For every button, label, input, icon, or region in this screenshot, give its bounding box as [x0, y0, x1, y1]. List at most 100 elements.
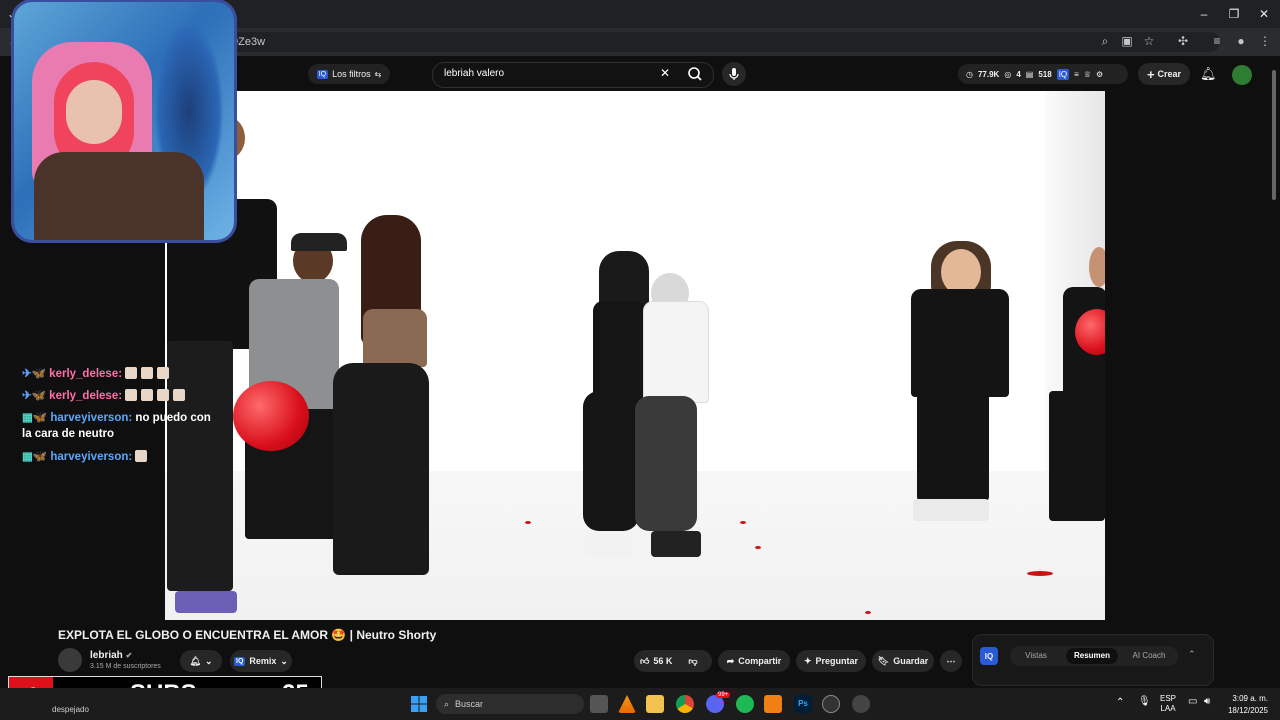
chat-username: harveyiverson: — [50, 412, 133, 424]
thumbs-up-icon: 👍︎ — [640, 655, 650, 666]
chat-username: kerly_delese: — [49, 368, 123, 380]
remix-button[interactable]: IQ Remix ⌄ — [230, 650, 292, 672]
microphone-icon — [729, 68, 739, 80]
save-label: Guardar — [893, 656, 929, 666]
extension-stats-bar[interactable]: ◷ 77.9K ◎ 4 ▤ 518 IQ ≡ ♕ ⚙ — [958, 64, 1128, 84]
chat-message: ▦🦋 harveyiverson: — [22, 449, 151, 465]
lang-line2: LAA — [1160, 704, 1176, 713]
share-label: Compartir — [738, 656, 782, 666]
video-title: EXPLOTA EL GLOBO O ENCUENTRA EL AMOR 🤩 |… — [58, 628, 437, 642]
microphone-tray-icon[interactable]: 🎙︎ — [1138, 696, 1151, 707]
steam-icon[interactable] — [852, 695, 870, 713]
extensions-icon[interactable]: ✣ — [1174, 34, 1192, 48]
browser-menu-icon[interactable]: ⋮ — [1256, 34, 1274, 48]
filters-chip-label: Los filtros — [332, 69, 371, 79]
share-button[interactable]: ➦ Compartir — [718, 650, 790, 672]
minimize-icon[interactable]: – — [1194, 7, 1214, 21]
chat-emote — [173, 389, 186, 401]
create-button[interactable]: + Crear — [1138, 63, 1190, 85]
voice-search-button[interactable] — [722, 62, 746, 86]
search-icon: ⌕ — [444, 698, 450, 709]
ask-button[interactable]: ✦ Preguntar — [796, 650, 866, 672]
channel-name[interactable]: lebriah ✔ — [90, 650, 132, 661]
app-icon-a[interactable] — [764, 695, 782, 713]
taskbar-search[interactable]: ⌕ Buscar — [436, 694, 584, 714]
network-icon[interactable]: ▭ — [1188, 696, 1197, 707]
cast-icon[interactable]: ▣ — [1118, 34, 1136, 48]
more-actions-button[interactable]: ⋯ — [940, 650, 962, 672]
clear-search-icon[interactable]: ✕ — [660, 66, 670, 80]
weather-text[interactable]: despejado — [52, 705, 89, 714]
windows-start-icon[interactable] — [410, 695, 428, 713]
chat-message: ✈🦋 kerly_delese: — [22, 366, 173, 382]
like-dislike-group: 👍︎ 56 K 👎︎ — [634, 650, 712, 672]
profile-avatar-icon[interactable]: ● — [1232, 34, 1250, 48]
red-balloon-left — [233, 381, 309, 451]
obs-icon[interactable] — [822, 695, 840, 713]
file-explorer-icon[interactable] — [646, 695, 664, 713]
dislike-button[interactable]: 👎︎ — [688, 656, 697, 667]
chat-emote — [125, 367, 138, 379]
tab-resumen[interactable]: Resumen — [1066, 648, 1118, 664]
award-icon: ♕ — [1083, 69, 1091, 79]
language-indicator[interactable]: ESP LAA — [1160, 694, 1176, 714]
petal — [1027, 571, 1053, 576]
notification-bell-button[interactable]: 🔔︎ ⌄ — [180, 650, 222, 672]
windows-logo-icon — [411, 696, 427, 712]
spotify-icon[interactable] — [736, 695, 754, 713]
zoom-icon[interactable]: ⌕ — [1096, 34, 1114, 49]
tab-vistas[interactable]: Vistas — [1014, 648, 1058, 664]
iq-logo-icon: IQ — [316, 69, 329, 79]
address-bar[interactable] — [220, 32, 1220, 52]
thumbs-down-icon: 👎︎ — [688, 655, 698, 666]
url-text: 9Ze3w — [232, 36, 266, 48]
search-button[interactable] — [680, 62, 710, 86]
more-dots-icon: ⋯ — [946, 655, 956, 666]
maximize-icon[interactable]: ❐ — [1224, 7, 1244, 21]
chevron-down-icon: ⌄ — [204, 655, 213, 666]
account-avatar[interactable] — [1232, 65, 1252, 85]
taskbar-search-label: Buscar — [455, 699, 484, 709]
tab-ai-coach[interactable]: AI Coach — [1124, 648, 1174, 664]
sliders-icon: ⇆ — [374, 69, 382, 79]
show-hidden-icons[interactable]: ⌃ — [1116, 697, 1124, 708]
verified-icon: ✔ — [125, 651, 133, 660]
clock-time[interactable]: 3:09 a. m. — [1228, 694, 1268, 703]
ext-views: 77.9K — [977, 69, 1000, 79]
chat-emote — [135, 450, 148, 462]
scrollbar-thumb[interactable] — [1272, 70, 1276, 200]
channel-avatar[interactable] — [58, 648, 82, 672]
bookmark-star-icon[interactable]: ☆ — [1140, 34, 1158, 48]
chat-emote — [141, 367, 154, 379]
create-label: Crear — [1157, 69, 1182, 79]
chat-badge-icon: ▦🦋 — [22, 451, 48, 463]
petal — [865, 611, 871, 614]
volume-icon[interactable]: 🔊︎ — [1204, 696, 1210, 707]
clock-date[interactable]: 18/12/2025 — [1220, 706, 1268, 715]
clock-icon: ◷ — [966, 69, 973, 79]
chat-badge-icon: ✈🦋 — [22, 390, 46, 402]
chat-emote — [157, 367, 170, 379]
collapse-chevron-icon[interactable]: ⌃ — [1188, 649, 1196, 660]
chat-badge-icon: ✈🦋 — [22, 368, 46, 380]
media-icon[interactable]: ≡ — [1208, 34, 1226, 48]
save-button[interactable]: 🔖︎ Guardar — [872, 650, 934, 672]
eye-icon: ◎ — [1004, 69, 1012, 79]
like-button[interactable]: 👍︎ 56 K — [640, 656, 672, 667]
remix-label: Remix — [249, 656, 277, 666]
chevron-down-icon: ⌄ — [280, 655, 288, 666]
petal — [755, 546, 761, 549]
video-player[interactable] — [165, 91, 1105, 620]
photoshop-icon[interactable]: Ps — [794, 695, 812, 713]
close-window-icon[interactable]: ✕ — [1254, 7, 1274, 21]
notifications-bell-icon[interactable]: 🔔︎ — [1200, 66, 1217, 82]
search-query-text: lebriah valero — [444, 68, 505, 79]
filters-chip[interactable]: IQ Los filtros ⇆ — [308, 64, 390, 84]
chrome-icon[interactable] — [676, 695, 694, 713]
chat-badge-icon: ▦🦋 — [22, 412, 48, 424]
iq-logo-icon: IQ — [234, 656, 246, 666]
task-view-icon[interactable] — [590, 695, 608, 713]
windows-taskbar — [0, 688, 1280, 720]
ask-label: Preguntar — [815, 656, 859, 666]
bookmark-icon: 🔖︎ — [877, 655, 890, 666]
